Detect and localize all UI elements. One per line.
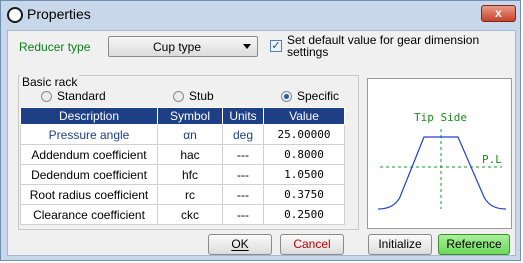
row-symbol: αn — [157, 124, 223, 145]
reducer-type-label: Reducer type — [19, 40, 91, 54]
table-row: Clearance coefficient ckc --- 0.2500 — [20, 204, 345, 225]
tip-side-label: Tip Side — [414, 111, 467, 124]
table-row: Dedendum coefficient hfc --- 1.0500 — [20, 164, 345, 185]
cancel-button-label: Cancel — [293, 237, 331, 251]
properties-window: Properties x Reducer type Cup type ✓ Set… — [0, 0, 521, 261]
header-description: Description — [20, 107, 158, 125]
table-row: Pressure angle αn deg 25.00000 — [20, 124, 345, 145]
header-value: Value — [263, 107, 345, 125]
reducer-type-dropdown[interactable]: Cup type — [108, 36, 258, 57]
ok-button[interactable]: OK — [208, 234, 272, 255]
row-description: Clearance coefficient — [20, 204, 158, 225]
row-value-input[interactable]: 0.3750 — [263, 184, 345, 205]
header-symbol: Symbol — [157, 107, 223, 125]
radio-specific-label[interactable]: Specific — [297, 89, 339, 103]
header-units: Units — [222, 107, 264, 125]
reducer-type-value: Cup type — [153, 40, 202, 54]
checkmark-icon: ✓ — [271, 40, 281, 52]
radio-standard-label[interactable]: Standard — [57, 89, 106, 103]
row-units: --- — [222, 144, 264, 165]
cancel-button[interactable]: Cancel — [280, 234, 344, 255]
close-button[interactable]: x — [481, 5, 516, 22]
row-symbol: hac — [157, 144, 223, 165]
row-description: Pressure angle — [20, 124, 158, 145]
app-icon — [7, 7, 23, 23]
gear-parameters-table: Description Symbol Units Value Pressure … — [20, 107, 345, 225]
row-value-input[interactable]: 1.0500 — [263, 164, 345, 185]
window-title: Properties — [27, 6, 91, 22]
radio-stub[interactable] — [173, 91, 184, 102]
radio-standard[interactable] — [41, 91, 52, 102]
close-icon: x — [495, 6, 502, 20]
row-units: deg — [222, 124, 264, 145]
rack-profile-diagram: Tip Side P.L — [367, 78, 512, 229]
chevron-down-icon — [243, 44, 251, 49]
row-description: Addendum coefficient — [20, 144, 158, 165]
default-value-checkbox[interactable]: ✓ — [270, 40, 282, 52]
row-units: --- — [222, 204, 264, 225]
initialize-button[interactable]: Initialize — [368, 234, 432, 255]
table-header-row: Description Symbol Units Value — [20, 107, 345, 125]
table-row: Root radius coefficient rc --- 0.3750 — [20, 184, 345, 205]
radio-specific[interactable] — [281, 91, 292, 102]
row-value-input[interactable]: 0.8000 — [263, 144, 345, 165]
default-value-checkbox-label[interactable]: Set default value for gear dimension set… — [287, 34, 507, 58]
pitch-line-label: P.L — [482, 153, 502, 166]
row-symbol: rc — [157, 184, 223, 205]
basic-rack-label: Basic rack — [20, 75, 80, 89]
initialize-button-label: Initialize — [378, 237, 422, 251]
row-description: Dedendum coefficient — [20, 164, 158, 185]
row-description: Root radius coefficient — [20, 184, 158, 205]
reference-button[interactable]: Reference — [438, 234, 510, 255]
rack-profile-svg: Tip Side P.L — [377, 111, 507, 210]
title-bar[interactable]: Properties x — [1, 1, 520, 29]
row-value-input[interactable]: 25.00000 — [263, 124, 345, 145]
dialog-body: Reducer type Cup type ✓ Set default valu… — [7, 30, 516, 256]
row-symbol: ckc — [157, 204, 223, 225]
row-value-input[interactable]: 0.2500 — [263, 204, 345, 225]
rack-tooth-profile — [377, 136, 507, 210]
table-row: Addendum coefficient hac --- 0.8000 — [20, 144, 345, 165]
radio-stub-label[interactable]: Stub — [189, 89, 214, 103]
reference-button-label: Reference — [446, 237, 502, 251]
row-units: --- — [222, 164, 264, 185]
row-units: --- — [222, 184, 264, 205]
ok-button-label: OK — [231, 237, 249, 251]
row-symbol: hfc — [157, 164, 223, 185]
